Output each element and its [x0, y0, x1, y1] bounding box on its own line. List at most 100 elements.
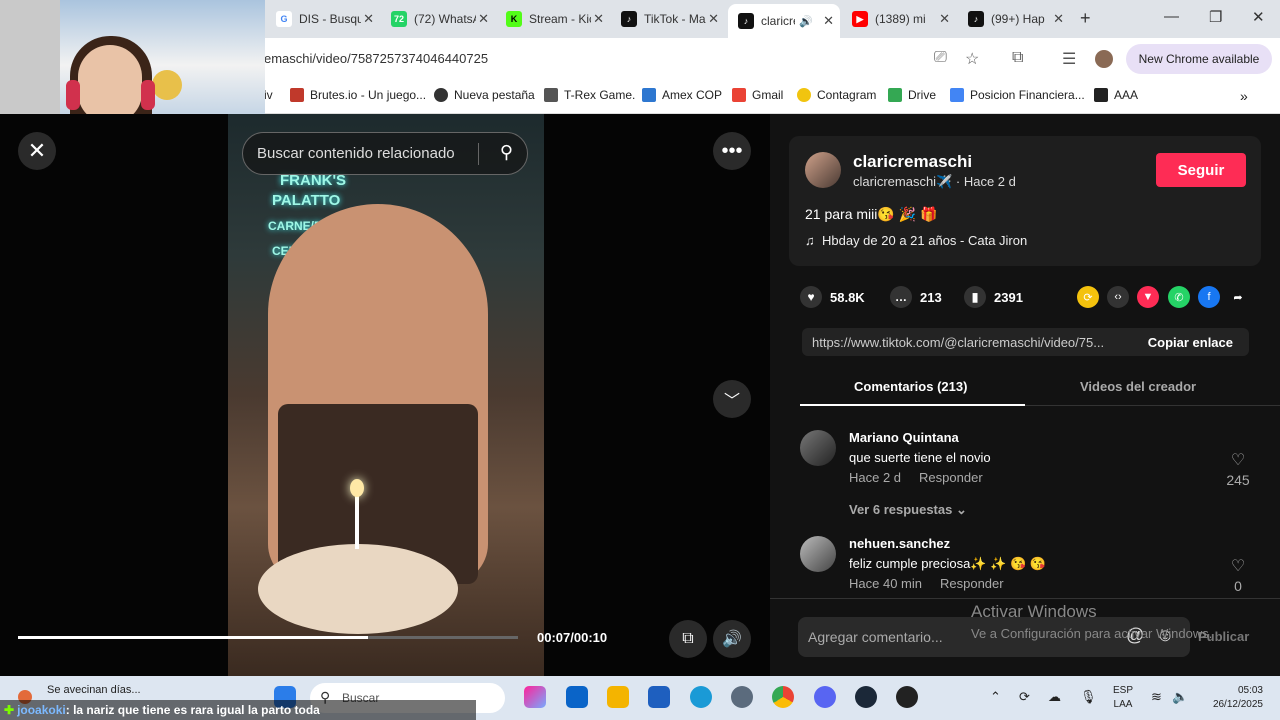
browser-tab-4[interactable]: ♪ TikTok - Make ✕: [611, 6, 725, 32]
language-indicator[interactable]: ESP LAA: [1113, 684, 1133, 712]
close-video-button[interactable]: ✕: [18, 132, 56, 170]
new-tab-button[interactable]: +: [1080, 8, 1091, 29]
extensions-icon[interactable]: ⧉: [1012, 49, 1023, 67]
next-video-button[interactable]: ﹀: [713, 380, 751, 418]
comment-like-button[interactable]: ♡ 0: [1224, 556, 1252, 594]
bookmark-star-icon[interactable]: ☆: [965, 49, 979, 69]
bookmark-item[interactable]: Brutes.io - Un juego...: [290, 88, 426, 102]
system-clock[interactable]: 05:03 26/12/2025: [1201, 684, 1263, 712]
speaker-icon[interactable]: 🔊: [799, 15, 813, 28]
share-link-text[interactable]: https://www.tiktok.com/@claricremaschi/v…: [812, 335, 1122, 350]
settings-gear-icon[interactable]: [731, 686, 753, 708]
commenter-avatar[interactable]: [800, 430, 836, 466]
author-avatar[interactable]: [805, 152, 841, 188]
comment-like-button[interactable]: ♡ 245: [1224, 450, 1252, 488]
embed-icon[interactable]: ‹›: [1107, 286, 1129, 308]
bookmark-item[interactable]: T-Rex Game.: [544, 88, 635, 102]
tab-creator-videos[interactable]: Videos del creador: [1080, 379, 1196, 394]
url-field[interactable]: emaschi/video/7587257374046440725: [264, 51, 488, 66]
microphone-icon[interactable]: 🎙: [1080, 689, 1097, 705]
video-progress-bar[interactable]: [18, 636, 518, 639]
copy-link-button[interactable]: Copiar enlace: [1148, 335, 1233, 350]
heart-outline-icon: ♡: [1230, 452, 1246, 469]
bookmark-item[interactable]: Amex COP: [642, 88, 722, 102]
steam-icon[interactable]: [855, 686, 877, 708]
browser-tab-3[interactable]: K Stream - Kick ✕: [496, 6, 610, 32]
browser-tab-6[interactable]: ▶ (1389) mi ✕: [842, 6, 956, 32]
heart-outline-icon: ♡: [1230, 558, 1246, 575]
file-explorer-icon[interactable]: [607, 686, 629, 708]
post-panel: claricremaschi claricremaschi✈️ · Hace 2…: [770, 114, 1280, 676]
store-icon[interactable]: [648, 686, 670, 708]
volume-tray-icon[interactable]: 🔈: [1172, 689, 1188, 705]
news-widget[interactable]: Se avecinan días...: [47, 684, 141, 696]
video-time: 00:07/00:10: [537, 630, 608, 645]
bookmark-item[interactable]: Drive: [888, 88, 936, 102]
discord-icon[interactable]: [814, 686, 836, 708]
tab-close-icon[interactable]: ✕: [363, 11, 374, 27]
copilot-icon[interactable]: [524, 686, 546, 708]
profile-avatar-icon[interactable]: [1095, 50, 1113, 68]
tab-close-icon[interactable]: ✕: [939, 11, 950, 27]
comment-meta: Hace 40 min Responder: [849, 576, 1004, 591]
comment-button[interactable]: … 213: [890, 286, 942, 308]
search-icon[interactable]: ⚲: [500, 142, 513, 163]
install-app-icon[interactable]: ⎚: [934, 49, 947, 67]
tab-close-icon[interactable]: ✕: [823, 13, 834, 29]
volume-button[interactable]: 🔊: [713, 620, 751, 658]
sync-icon[interactable]: ⟳: [1019, 689, 1030, 705]
cloud-icon[interactable]: ☁: [1048, 689, 1061, 705]
more-options-button[interactable]: •••: [713, 132, 751, 170]
like-button[interactable]: ♥ 58.8K: [800, 286, 865, 308]
minimize-icon[interactable]: —: [1164, 8, 1179, 25]
tab-close-icon[interactable]: ✕: [1053, 11, 1064, 27]
bookmark-item[interactable]: Gmail: [732, 88, 783, 102]
new-chrome-available-button[interactable]: New Chrome available: [1126, 44, 1272, 74]
author-username[interactable]: claricremaschi: [853, 152, 972, 172]
view-replies-button[interactable]: Ver 6 respuestas ⌄: [849, 502, 967, 518]
bookmark-item[interactable]: Contagram: [797, 88, 876, 102]
google-icon: G: [276, 11, 292, 27]
video-player[interactable]: FRANK'S PALATTO CARNE/PASTA CERVEZA: [228, 114, 544, 676]
commenter-avatar[interactable]: [800, 536, 836, 572]
outlook-icon[interactable]: [566, 686, 588, 708]
browser-tab-7[interactable]: ♪ (99+) Hap ✕: [958, 6, 1070, 32]
browser-tab-2[interactable]: 72 (72) WhatsApp ✕: [381, 6, 495, 32]
comment-text: que suerte tiene el novio: [849, 450, 991, 465]
related-search-box[interactable]: Buscar contenido relacionado ⚲: [242, 132, 528, 175]
browser-tab-1[interactable]: G DIS - Busqueda ✕: [266, 6, 380, 32]
pip-button[interactable]: ⧉: [669, 620, 707, 658]
whatsapp-share-icon[interactable]: ✆: [1168, 286, 1190, 308]
edge-icon[interactable]: [690, 686, 712, 708]
repost-icon[interactable]: ⟳: [1077, 286, 1099, 308]
youtube-icon: ▶: [852, 11, 868, 27]
reply-button[interactable]: Responder: [919, 470, 983, 485]
commenter-name[interactable]: nehuen.sanchez: [849, 536, 950, 551]
chrome-icon[interactable]: [772, 686, 794, 708]
share-arrow-icon[interactable]: ➦: [1227, 286, 1249, 308]
flag-sun-icon: [152, 70, 182, 100]
tray-chevron-icon[interactable]: ⌃: [990, 689, 1001, 705]
browser-tab-active[interactable]: ♪ claricremaschi 🔊 ✕: [728, 4, 840, 38]
tab-close-icon[interactable]: ✕: [593, 11, 604, 27]
bookmarks-overflow-icon[interactable]: »: [1240, 88, 1248, 104]
bookmark-item[interactable]: AAA: [1094, 88, 1138, 102]
wifi-icon[interactable]: ≋: [1151, 689, 1162, 705]
send-icon[interactable]: ▼: [1137, 286, 1159, 308]
tab-close-icon[interactable]: ✕: [708, 11, 719, 27]
close-window-icon[interactable]: ✕: [1252, 8, 1265, 26]
save-button[interactable]: ▮ 2391: [964, 286, 1023, 308]
commenter-name[interactable]: Mariano Quintana: [849, 430, 959, 445]
follow-button[interactable]: Seguir: [1156, 153, 1246, 187]
bookmark-item[interactable]: Posicion Financiera...: [950, 88, 1085, 102]
tab-close-icon[interactable]: ✕: [478, 11, 489, 27]
app-icon[interactable]: [896, 686, 918, 708]
facebook-share-icon[interactable]: f: [1198, 286, 1220, 308]
bookmark-item[interactable]: Nueva pestaña: [434, 88, 535, 102]
reply-button[interactable]: Responder: [940, 576, 1004, 591]
post-music[interactable]: ♫ Hbday de 20 a 21 años - Cata Jiron: [805, 233, 1027, 248]
bookmark-item[interactable]: iv: [264, 88, 273, 102]
maximize-icon[interactable]: ❐: [1209, 8, 1222, 26]
tab-comments[interactable]: Comentarios (213): [854, 379, 967, 394]
media-controls-icon[interactable]: ☰: [1062, 49, 1076, 69]
